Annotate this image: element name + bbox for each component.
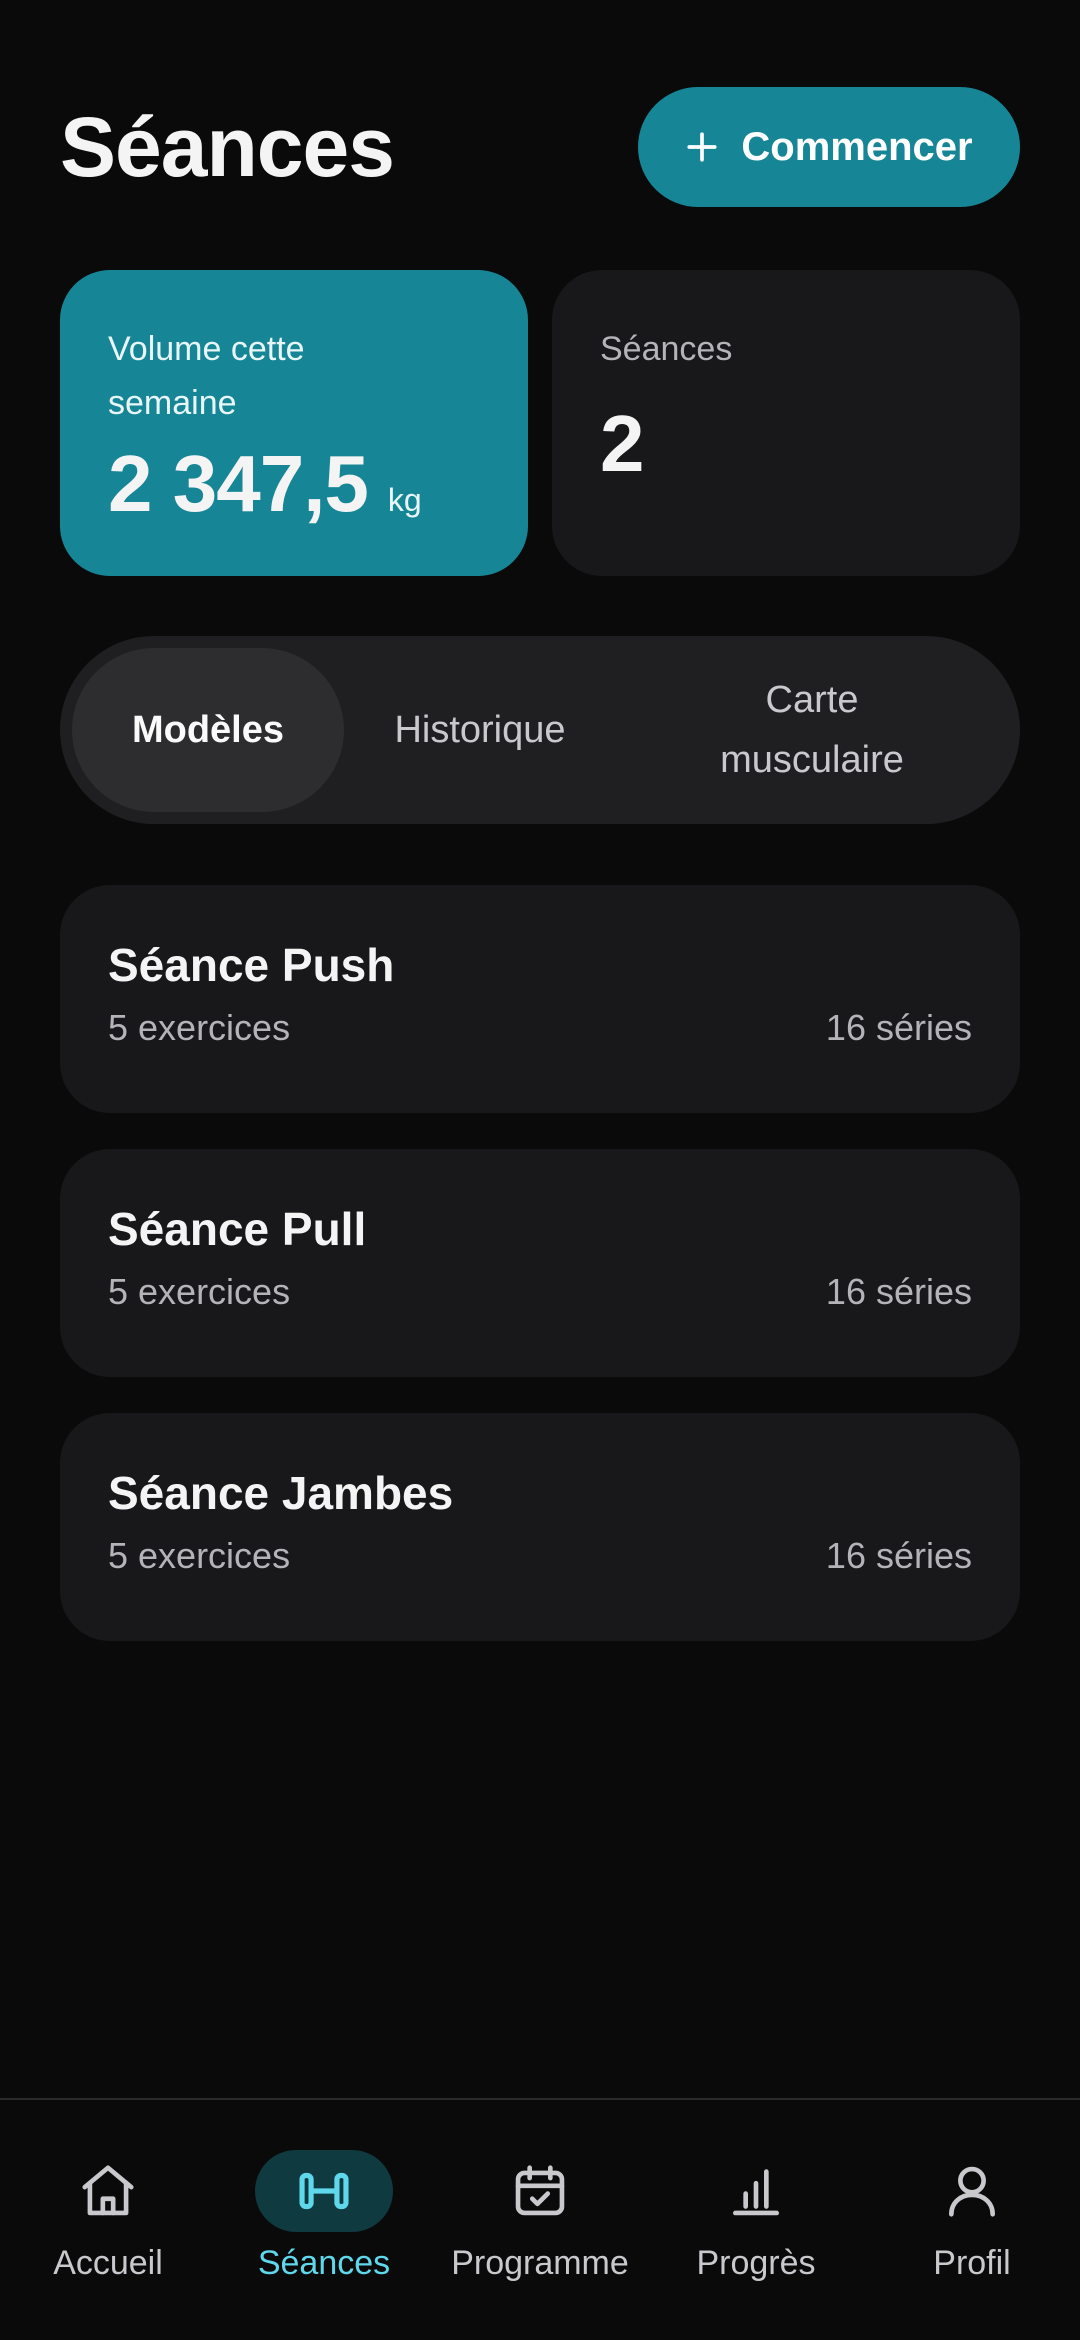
templates-list: Séance Push 5 exercices 16 séries Séance… xyxy=(60,885,1020,1677)
sessions-count-card: Séances 2 xyxy=(552,270,1020,576)
start-workout-button[interactable]: Commencer xyxy=(638,87,1020,207)
bottom-nav: Accueil Séances Programme Progrès Profil xyxy=(0,2098,1080,2340)
template-set-count: 16 séries xyxy=(825,1007,972,1048)
weekly-volume-value-row: 2 347,5 kg xyxy=(108,444,480,524)
template-exercise-count: 5 exercices xyxy=(108,1535,291,1576)
weekly-volume-label: Volume cette semaine xyxy=(108,330,305,422)
nav-item-profile[interactable]: Profil xyxy=(864,2100,1080,2340)
template-card-pull[interactable]: Séance Pull 5 exercices 16 séries xyxy=(60,1149,1020,1377)
nav-label: Programme xyxy=(451,2244,629,2282)
nav-label: Accueil xyxy=(53,2244,163,2282)
template-meta: 5 exercices 16 séries xyxy=(108,1271,972,1313)
nav-item-home[interactable]: Accueil xyxy=(0,2100,216,2340)
nav-icon-wrap xyxy=(687,2150,825,2232)
template-card-push[interactable]: Séance Push 5 exercices 16 séries xyxy=(60,885,1020,1113)
weekly-volume-card: Volume cette semaine 2 347,5 kg xyxy=(60,270,528,576)
template-name: Séance Jambes xyxy=(108,1467,454,1519)
view-tabs: Modèles Historique Carte musculaire xyxy=(60,636,1020,824)
dumbbell-icon xyxy=(299,2172,349,2210)
start-workout-label: Commencer xyxy=(741,124,973,169)
nav-icon-wrap xyxy=(903,2150,1041,2232)
template-set-count: 16 séries xyxy=(825,1271,972,1312)
nav-icon-wrap xyxy=(255,2150,393,2232)
template-exercise-count: 5 exercices xyxy=(108,1271,291,1312)
nav-label: Profil xyxy=(933,2244,1011,2282)
weekly-volume-unit: kg xyxy=(387,482,422,518)
weekly-volume-value: 2 347,5 xyxy=(108,439,369,528)
sessions-count-value: 2 xyxy=(600,399,645,488)
template-name: Séance Push xyxy=(108,939,395,991)
nav-item-progress[interactable]: Progrès xyxy=(648,2100,864,2340)
nav-icon-wrap xyxy=(39,2150,177,2232)
nav-item-workouts[interactable]: Séances xyxy=(216,2100,432,2340)
template-set-count: 16 séries xyxy=(825,1535,972,1576)
nav-label: Progrès xyxy=(696,2244,816,2282)
workouts-screen: Séances Commencer Volume cette semaine 2… xyxy=(0,0,1080,2340)
template-meta: 5 exercices 16 séries xyxy=(108,1007,972,1049)
stats-row: Volume cette semaine 2 347,5 kg Séances … xyxy=(60,270,1020,576)
header: Séances Commencer xyxy=(60,86,1020,208)
sessions-count-label: Séances xyxy=(600,330,733,368)
tab-muscle-map[interactable]: Carte musculaire xyxy=(616,648,1008,812)
bar-chart-icon xyxy=(733,2169,779,2216)
nav-icon-wrap xyxy=(471,2150,609,2232)
tab-history[interactable]: Historique xyxy=(344,648,616,812)
template-meta: 5 exercices 16 séries xyxy=(108,1535,972,1577)
calendar-check-icon xyxy=(515,2165,565,2216)
template-name: Séance Pull xyxy=(108,1203,367,1255)
nav-label: Séances xyxy=(257,2244,391,2282)
home-icon xyxy=(82,2165,134,2216)
tab-templates[interactable]: Modèles xyxy=(72,648,344,812)
plus-icon xyxy=(687,132,717,162)
template-exercise-count: 5 exercices xyxy=(108,1007,291,1048)
user-icon xyxy=(949,2166,995,2217)
nav-item-program[interactable]: Programme xyxy=(432,2100,648,2340)
template-card-legs[interactable]: Séance Jambes 5 exercices 16 séries xyxy=(60,1413,1020,1641)
page-title: Séances xyxy=(60,99,395,194)
